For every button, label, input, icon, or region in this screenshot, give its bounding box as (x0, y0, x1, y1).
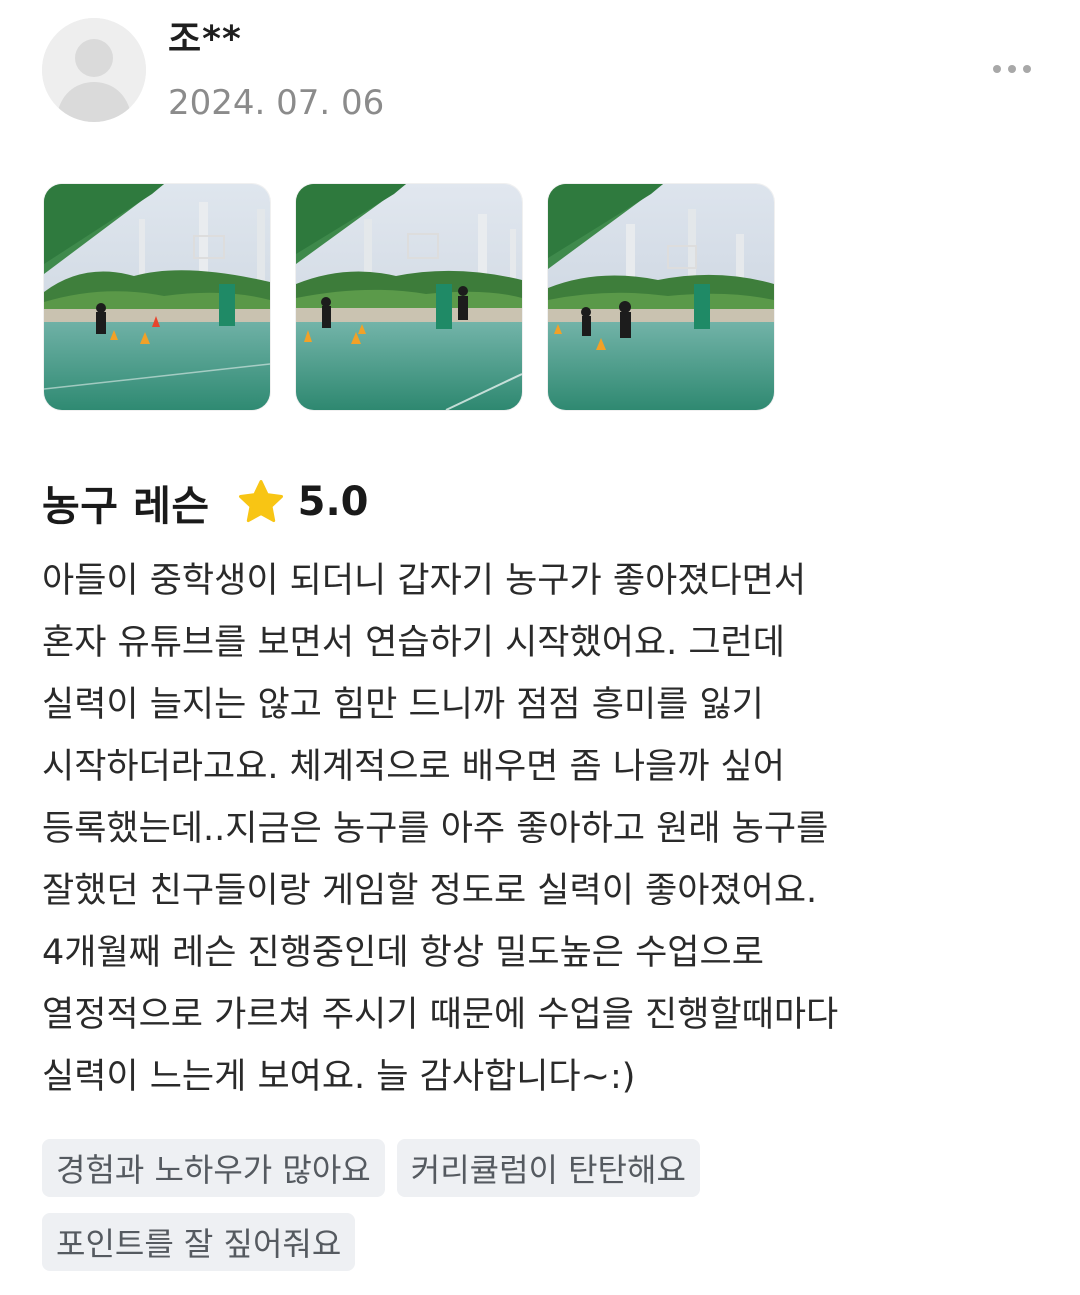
review-text-line: 혼자 유튜브를 보면서 연습하기 시작했어요. 그런데 (42, 623, 785, 663)
review-photo-3[interactable] (548, 184, 774, 410)
review-text-line: 잘했던 친구들이랑 게임할 정도로 실력이 좋아졌어요. (42, 871, 818, 911)
more-dot (1023, 65, 1031, 73)
review-title-row: 농구 레슨 5.0 (42, 472, 369, 532)
review-date: 2024. 07. 06 (168, 83, 385, 123)
service-name: 농구 레슨 (42, 482, 210, 530)
review-text-line: 실력이 늘지는 않고 힘만 드니까 점점 흥미를 잃기 (42, 685, 764, 725)
review-text-line: 시작하더라고요. 체계적으로 배우면 좀 나을까 싶어 (42, 747, 785, 787)
review-photo-1[interactable] (44, 184, 270, 410)
tag-row: 경험과 노하우가 많아요 커리큘럼이 탄탄해요 (42, 1139, 1042, 1197)
tag-solid-curriculum: 커리큘럼이 탄탄해요 (396, 1139, 700, 1197)
review-body: 아들이 중학생이 되더니 갑자기 농구가 좋아졌다면서 혼자 유튜브를 보면서 … (42, 550, 1032, 1108)
tag-row: 포인트를 잘 짚어줘요 (42, 1213, 1042, 1271)
more-dot (993, 65, 1001, 73)
review-photo-2[interactable] (296, 184, 522, 410)
review-text-line: 열정적으로 가르쳐 주시기 때문에 수업을 진행할때마다 (42, 995, 839, 1035)
review-tags: 경험과 노하우가 많아요 커리큘럼이 탄탄해요 포인트를 잘 짚어줘요 (42, 1139, 1042, 1287)
review-text-line: 실력이 느는게 보여요. 늘 감사합니다~:) (42, 1057, 636, 1097)
review-card: 조** 2024. 07. 06 농구 레슨 5.0 아들이 중학생이 되더니 … (0, 0, 1080, 1295)
tag-points-well: 포인트를 잘 짚어줘요 (42, 1213, 356, 1271)
review-text-line: 아들이 중학생이 되더니 갑자기 농구가 좋아졌다면서 (42, 561, 807, 601)
review-text-line: 등록했는데..지금은 농구를 아주 좋아하고 원래 농구를 (42, 809, 829, 849)
tag-experience-knowhow: 경험과 노하우가 많아요 (42, 1139, 385, 1197)
star-icon (236, 477, 286, 527)
default-user-avatar-icon[interactable] (42, 18, 146, 122)
review-photos (44, 184, 774, 410)
rating-score: 5.0 (297, 479, 369, 525)
review-text-line: 4개월째 레슨 진행중인데 항상 밀도높은 수업으로 (42, 933, 764, 973)
reviewer-name: 조** (168, 19, 242, 60)
more-dot (1008, 65, 1016, 73)
more-options-icon[interactable] (982, 52, 1042, 86)
